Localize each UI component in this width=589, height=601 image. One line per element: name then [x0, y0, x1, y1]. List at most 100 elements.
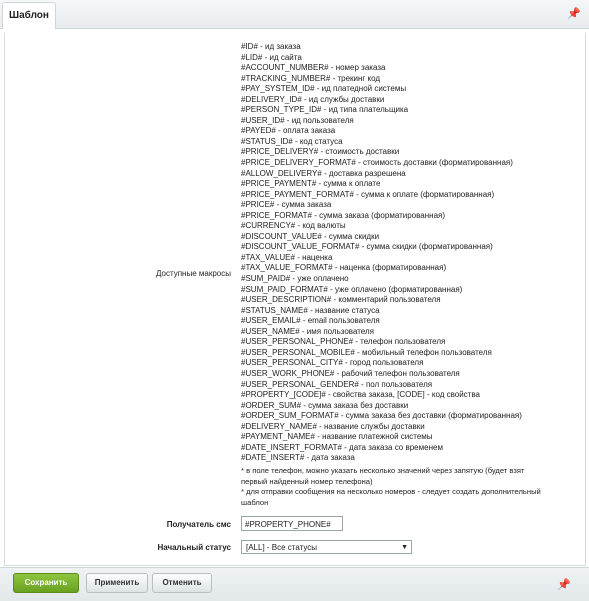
macro-description: - телефон пользователя	[353, 337, 446, 347]
pin-icon[interactable]: 📌	[567, 7, 581, 21]
macro-description: - код валюты	[295, 221, 346, 231]
macro-code: #DATE_INSERT#	[241, 453, 305, 463]
macro-item: #LID# - ид сайта	[241, 53, 522, 64]
macro-item: #SUM_PAID# - уже оплачено	[241, 274, 522, 285]
macro-code: #PRICE#	[241, 200, 275, 210]
notes: * в поле телефон, можно указать нескольк…	[241, 466, 541, 508]
note-multiple-numbers: * для отправки сообщения на несколько но…	[241, 487, 541, 507]
macro-code: #STATUS_ID#	[241, 136, 293, 146]
macro-code: #USER_NAME#	[241, 326, 300, 336]
macro-item: #PRICE_DELIVERY_FORMAT# - стоимость дост…	[241, 158, 522, 169]
macro-code: #ID#	[241, 42, 258, 51]
macro-code: #SUM_PAID_FORMAT#	[241, 284, 328, 294]
apply-button[interactable]: Применить	[86, 573, 148, 593]
macro-description: - название платежной системы	[314, 432, 433, 442]
macros-list: #ID# - ид заказа #LID# - ид сайта #ACCOUNT…	[241, 42, 522, 464]
macro-code: #STATUS_NAME#	[241, 305, 308, 315]
macro-item: #PAY_SYSTEM_ID# - ид платедной системы	[241, 84, 522, 95]
macro-description: - город пользователя	[342, 358, 424, 368]
macro-description: - пол пользователя	[358, 379, 433, 389]
macro-item: #DISCOUNT_VALUE# - сумма скидки	[241, 232, 522, 243]
macro-code: #ALLOW_DELIVERY#	[241, 168, 322, 178]
macro-item: #USER_PERSONAL_PHONE# - телефон пользова…	[241, 337, 522, 348]
macro-code: #PRICE_DELIVERY_FORMAT#	[241, 158, 356, 168]
macro-description: - комментарий пользователя	[331, 295, 441, 305]
macro-code: #USER_WORK_PHONE#	[241, 368, 335, 378]
macro-code: #TAX_VALUE_FORMAT#	[241, 263, 333, 273]
macro-item: #ORDER_SUM# - сумма заказа без доставки	[241, 401, 522, 412]
macro-code: #USER_PERSONAL_GENDER#	[241, 379, 359, 389]
macro-description: - свойства заказа, [CODE] - код свойства	[325, 390, 480, 400]
status-label: Начальный статус	[157, 543, 231, 552]
macro-item: #USER_DESCRIPTION# - комментарий пользов…	[241, 295, 522, 306]
recipient-input[interactable]: #PROPERTY_PHONE#	[241, 516, 343, 531]
macro-item: #DATE_INSERT# - дата заказа	[241, 453, 522, 464]
macro-code: #PAYMENT_NAME#	[241, 432, 315, 442]
pin-icon[interactable]: 📌	[557, 578, 571, 592]
macro-description: - доставка разрешена	[321, 168, 406, 178]
macro-item: #STATUS_NAME# - название статуса	[241, 306, 522, 317]
macro-description: - ид службы доставки	[301, 94, 385, 104]
macro-code: #PRICE_DELIVERY#	[241, 147, 319, 157]
macro-description: - наценка	[294, 252, 333, 262]
macros-label: Доступные макросы	[156, 269, 231, 278]
save-button[interactable]: Сохранить	[13, 573, 79, 593]
macro-description: - ид платедной системы	[314, 84, 407, 94]
macro-item: #PAYED# - оплата заказа	[241, 126, 522, 137]
cancel-button[interactable]: Отменить	[152, 573, 212, 593]
status-select[interactable]: [ALL] - Все статусы ▼	[241, 540, 412, 554]
macro-description: - уже оплачено (форматированная)	[327, 284, 463, 294]
macro-description: - мобильный телефон пользователя	[354, 347, 492, 357]
macro-item: #ACCOUNT_NUMBER# - номер заказа	[241, 63, 522, 74]
macro-item: #CURRENCY# - код валюты	[241, 221, 522, 232]
macro-item: #USER_ID# - ид пользователя	[241, 116, 522, 127]
macro-code: #ACCOUNT_NUMBER#	[241, 63, 329, 73]
macro-code: #PRICE_PAYMENT_FORMAT#	[241, 189, 354, 199]
macro-item: #USER_PERSONAL_CITY# - город пользовател…	[241, 358, 522, 369]
macro-code: #PAY_SYSTEM_ID#	[241, 84, 315, 94]
macro-code: #DISCOUNT_VALUE_FORMAT#	[241, 242, 360, 252]
macro-code: #SUM_PAID#	[241, 274, 291, 284]
macro-item: #PROPERTY_[CODE]# - свойства заказа, [CO…	[241, 390, 522, 401]
macro-item: #PERSON_TYPE_ID# - ид типа плательщика	[241, 105, 522, 116]
macro-code: #DISCOUNT_VALUE#	[241, 231, 322, 241]
macro-description: - сумма к оплате (форматированная)	[353, 189, 495, 199]
macro-item: #ID# - ид заказа	[241, 42, 522, 53]
macro-code: #USER_PERSONAL_CITY#	[241, 358, 343, 368]
macro-item: #DELIVERY_NAME# - название службы достав…	[241, 422, 522, 433]
bottom-button-bar: Сохранить Применить Отменить 📌	[0, 567, 589, 601]
macro-description: - ид заказа	[257, 42, 301, 51]
tab-template[interactable]: Шаблон	[2, 2, 56, 29]
macro-code: #TAX_VALUE#	[241, 252, 295, 262]
macro-item: #ORDER_SUM_FORMAT# - сумма заказа без до…	[241, 411, 522, 422]
macro-description: - название службы доставки	[316, 421, 425, 431]
macro-description: - стоимость доставки (форматированная)	[355, 158, 513, 168]
macro-item: #ALLOW_DELIVERY# - доставка разрешена	[241, 169, 522, 180]
status-select-value: [ALL] - Все статусы	[246, 543, 318, 552]
macro-item: #PAYMENT_NAME# - название платежной сист…	[241, 432, 522, 443]
recipient-label: Получатель смс	[166, 520, 231, 529]
macro-description: - имя пользователя	[299, 326, 374, 336]
macro-description: - наценка (форматированная)	[332, 263, 447, 273]
template-settings-panel: Доступные макросы #ID# - ид заказа #LID# …	[4, 33, 586, 566]
macro-item: #DISCOUNT_VALUE_FORMAT# - сумма скидки (…	[241, 242, 522, 253]
macro-code: #PROPERTY_[CODE]#	[241, 390, 326, 400]
macro-description: - ид сайта	[262, 52, 302, 62]
macro-description: - ид типа плательщика	[321, 105, 409, 115]
macro-description: - сумма заказа	[274, 200, 332, 210]
macro-description: - трекинг код	[330, 73, 381, 83]
macro-item: #USER_WORK_PHONE# - рабочий телефон поль…	[241, 369, 522, 380]
macro-item: #PRICE# - сумма заказа	[241, 200, 522, 211]
macro-item: #DELIVERY_ID# - ид службы доставки	[241, 95, 522, 106]
macro-description: - дата заказа со временем	[341, 442, 443, 452]
macro-item: #TAX_VALUE# - наценка	[241, 253, 522, 264]
macro-code: #USER_PERSONAL_PHONE#	[241, 337, 354, 347]
macro-item: #USER_EMAIL# - email пользователя	[241, 316, 522, 327]
macro-code: #CURRENCY#	[241, 221, 296, 231]
macro-item: #USER_PERSONAL_GENDER# - пол пользовател…	[241, 380, 522, 391]
macro-code: #ORDER_SUM#	[241, 400, 302, 410]
macro-description: - стоимость доставки	[318, 147, 400, 157]
macro-code: #ORDER_SUM_FORMAT#	[241, 411, 339, 421]
macro-description: - уже оплачено	[290, 274, 349, 284]
macro-item: #PRICE_PAYMENT# - сумма к оплате	[241, 179, 522, 190]
